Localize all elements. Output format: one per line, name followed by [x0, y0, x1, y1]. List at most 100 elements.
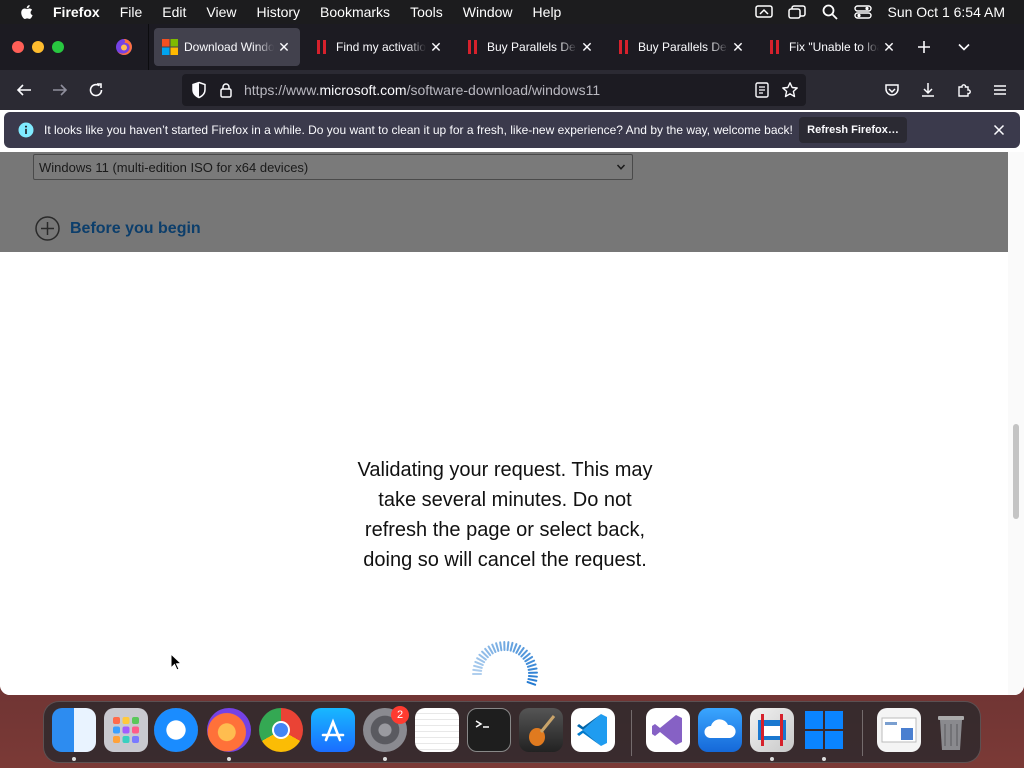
reader-view-icon[interactable] [753, 81, 771, 99]
downloads-button[interactable] [917, 79, 939, 101]
info-icon [18, 122, 34, 138]
spinner-tick [491, 643, 497, 653]
windows-logo-icon [805, 711, 843, 749]
pocket-button[interactable] [881, 79, 903, 101]
window-controls [12, 41, 72, 53]
menubar-clock[interactable]: Sun Oct 1 6:54 AM [887, 4, 1005, 20]
menu-edit[interactable]: Edit [162, 4, 186, 20]
before-you-begin-toggle[interactable]: Before you begin [35, 216, 201, 241]
trash-icon[interactable] [929, 708, 973, 752]
app-store-icon[interactable] [311, 708, 355, 752]
close-tab-icon[interactable]: ✕ [426, 37, 446, 57]
icloud-icon[interactable] [698, 708, 742, 752]
parallels-window-icon [758, 714, 786, 746]
cloud-icon [704, 719, 736, 738]
lock-icon[interactable] [218, 82, 234, 98]
reload-button[interactable] [85, 79, 107, 101]
terminal-icon[interactable] [467, 708, 511, 752]
page-content: Windows 11 (multi-edition ISO for x64 de… [0, 152, 1024, 695]
close-tab-icon[interactable]: ✕ [879, 37, 899, 57]
apple-logo-icon[interactable] [17, 2, 37, 22]
url-path: /software-download/windows11 [406, 82, 601, 98]
visual-studio-icon[interactable] [646, 708, 690, 752]
tab-title: Buy Parallels Desktop [638, 40, 728, 54]
before-you-begin-label: Before you begin [70, 219, 201, 237]
close-tab-icon[interactable]: ✕ [577, 37, 597, 57]
launchpad-icon[interactable] [104, 708, 148, 752]
tab-download-windows[interactable]: Download Windows 11 ✕ [154, 28, 300, 66]
tracking-protection-shield-icon[interactable] [190, 81, 208, 99]
validating-line: take several minutes. Do not [378, 489, 632, 511]
fullscreen-window-button[interactable] [52, 41, 64, 53]
app-menu-button[interactable] [989, 79, 1011, 101]
tab-find-activation[interactable]: Find my activation key ✕ [306, 28, 452, 66]
scrollbar-thumb[interactable] [1013, 424, 1019, 519]
edition-select[interactable]: Windows 11 (multi-edition ISO for x64 de… [33, 154, 633, 180]
chrome-icon[interactable] [259, 708, 303, 752]
refresh-firefox-button[interactable]: Refresh Firefox… [799, 117, 907, 143]
safari-icon[interactable] [154, 708, 198, 752]
list-all-tabs-button[interactable] [953, 36, 975, 58]
close-tab-icon[interactable]: ✕ [274, 37, 294, 57]
menu-app-name[interactable]: Firefox [53, 4, 100, 20]
screen-mirroring-icon[interactable] [755, 4, 774, 20]
finder-icon[interactable] [52, 708, 96, 752]
firefox-icon[interactable] [207, 708, 251, 752]
url-domain: microsoft.com [319, 82, 407, 98]
validating-line: refresh the page or select back, [364, 519, 646, 541]
plus-icon [918, 41, 930, 53]
spinner-tick [472, 668, 483, 672]
close-tab-icon[interactable]: ✕ [728, 37, 748, 57]
hamburger-menu-icon [994, 85, 1006, 95]
menu-help[interactable]: Help [533, 4, 562, 20]
parallels-desktop-icon[interactable] [750, 708, 794, 752]
chrome-center-icon [272, 721, 290, 739]
menu-tools[interactable]: Tools [410, 4, 443, 20]
vertical-scrollbar[interactable] [1008, 152, 1024, 695]
spinner-tick [476, 657, 486, 664]
extensions-button[interactable] [953, 79, 975, 101]
tab-separator [148, 24, 149, 70]
firefox-icon [116, 39, 132, 55]
close-window-button[interactable] [12, 41, 24, 53]
navigation-toolbar: https://www.microsoft.com/software-downl… [0, 70, 1024, 110]
edition-select-value: Windows 11 (multi-edition ISO for x64 de… [39, 159, 309, 175]
vscode-icon[interactable] [571, 708, 615, 752]
chevron-down-icon [958, 43, 970, 51]
tab-fix-unable[interactable]: Fix "Unable to load ✕ [759, 28, 905, 66]
dock-separator [631, 710, 632, 756]
minimize-window-button[interactable] [32, 41, 44, 53]
spotlight-search-icon[interactable] [821, 4, 839, 20]
spinner-tick [527, 675, 538, 678]
menu-file[interactable]: File [120, 4, 143, 20]
menu-bookmarks[interactable]: Bookmarks [320, 4, 390, 20]
control-center-icon[interactable] [854, 4, 873, 20]
preview-document-icon [881, 717, 917, 743]
back-button[interactable] [13, 79, 35, 101]
textedit-icon[interactable] [415, 708, 459, 752]
garageband-icon[interactable] [519, 708, 563, 752]
url-text[interactable]: https://www.microsoft.com/software-downl… [244, 82, 600, 98]
pinned-tab-firefox[interactable] [104, 28, 144, 66]
preview-icon[interactable] [877, 708, 921, 752]
menu-history[interactable]: History [256, 4, 300, 20]
address-bar[interactable]: https://www.microsoft.com/software-downl… [182, 74, 806, 106]
validating-line: Validating your request. This may [357, 459, 653, 481]
bookmark-star-icon[interactable] [781, 81, 799, 99]
menu-view[interactable]: View [206, 4, 236, 20]
menu-window[interactable]: Window [463, 4, 513, 20]
spinner-tick [527, 678, 538, 682]
tab-title: Fix "Unable to load [789, 40, 879, 54]
stage-manager-icon[interactable] [788, 4, 807, 20]
windows-icon[interactable] [802, 708, 846, 752]
close-infobar-button[interactable] [990, 121, 1008, 139]
forward-button[interactable] [49, 79, 71, 101]
tab-buy-parallels-2[interactable]: Buy Parallels Desktop ✕ [608, 28, 754, 66]
running-indicator [72, 757, 76, 761]
parallels-icon [468, 40, 477, 54]
notification-badge: 2 [391, 706, 409, 724]
tab-buy-parallels-1[interactable]: Buy Parallels Desktop ✕ [457, 28, 603, 66]
tab-title: Download Windows 11 [184, 40, 274, 54]
trash-can-icon [938, 716, 964, 750]
new-tab-button[interactable] [913, 36, 935, 58]
